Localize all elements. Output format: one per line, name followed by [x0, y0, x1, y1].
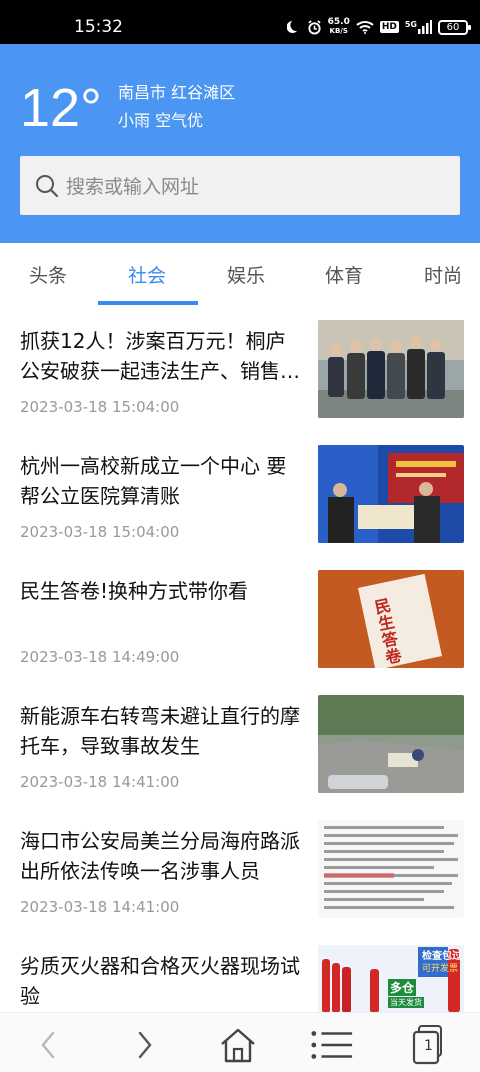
- book-cover-icon[interactable]: 民生答卷: [318, 570, 464, 668]
- active-tab-indicator: [98, 301, 198, 305]
- search-input[interactable]: 搜索或输入网址: [20, 156, 460, 215]
- signal-5g: 5G: [405, 20, 432, 34]
- ad-text-2: 可开发票: [422, 964, 459, 974]
- menu-list-icon: [311, 1031, 353, 1059]
- back-button[interactable]: [26, 1023, 70, 1067]
- tab-fashion[interactable]: 时尚: [424, 263, 462, 289]
- net-speed-value: 65.0: [327, 17, 350, 27]
- weather-header: 12° 南昌市 红谷滩区 小雨 空气优 搜索或输入网址: [0, 44, 480, 243]
- news-date: 2023-03-18 15:04:00: [20, 398, 180, 416]
- category-tabs: 头条 社会 娱乐 体育 时尚: [0, 243, 480, 309]
- home-icon: [221, 1028, 255, 1063]
- extinguisher-ad-icon[interactable]: 检查包过 可开发票 多仓 当天发货: [318, 945, 464, 1013]
- news-item[interactable]: 新能源车右转弯未避让直行的摩托车，导致事故发生 2023-03-18 14:41…: [0, 695, 480, 820]
- tab-count: 1: [424, 1038, 433, 1054]
- ad-text-1: 检查包过: [422, 951, 462, 962]
- traffic-accident-icon[interactable]: [318, 695, 464, 793]
- wifi-icon: [356, 21, 374, 34]
- tab-society[interactable]: 社会: [128, 263, 166, 289]
- news-title[interactable]: 海口市公安局美兰分局海府路派出所依法传唤一名涉事人员: [20, 826, 305, 886]
- ad-text-4: 当天发货: [388, 997, 424, 1008]
- news-item[interactable]: 抓获12人！涉案百万元！桐庐公安破获一起违法生产、销售… 2023-03-18 …: [0, 320, 480, 445]
- signal-bars-icon: [418, 20, 432, 34]
- chevron-right-icon: [138, 1031, 152, 1059]
- news-item[interactable]: 杭州一高校新成立一个中心 要帮公立医院算清账 2023-03-18 15:04:…: [0, 445, 480, 570]
- search-icon: [36, 174, 59, 197]
- news-date: 2023-03-18 14:41:00: [20, 773, 180, 791]
- news-title[interactable]: 杭州一高校新成立一个中心 要帮公立医院算清账: [20, 451, 305, 511]
- hd-badge: HD: [379, 21, 399, 33]
- news-date: 2023-03-18 15:04:00: [20, 523, 180, 541]
- news-title[interactable]: 新能源车右转弯未避让直行的摩托车，导致事故发生: [20, 701, 305, 761]
- news-date: 2023-03-18 14:49:00: [20, 648, 180, 666]
- news-title[interactable]: 抓获12人！涉案百万元！桐庐公安破获一起违法生产、销售…: [20, 326, 305, 386]
- chevron-left-icon: [41, 1031, 55, 1059]
- forward-button[interactable]: [123, 1023, 167, 1067]
- ceremony-photo-icon[interactable]: [318, 445, 464, 543]
- alarm-icon: [307, 19, 321, 35]
- battery-icon: 60: [438, 19, 471, 35]
- net-speed: 65.0 KB/S: [328, 18, 350, 36]
- weather-condition[interactable]: 小雨 空气优: [118, 110, 203, 132]
- news-title[interactable]: 民生答卷!换种方式带你看: [20, 576, 305, 606]
- location-label[interactable]: 南昌市 红谷滩区: [118, 82, 235, 104]
- clock: 15:32: [74, 17, 123, 37]
- temperature[interactable]: 12°: [20, 78, 102, 138]
- tab-headlines[interactable]: 头条: [29, 263, 67, 289]
- news-item[interactable]: 海口市公安局美兰分局海府路派出所依法传唤一名涉事人员 2023-03-18 14…: [0, 820, 480, 945]
- status-bar: 15:32 65.0 KB/S HD 5G 60: [0, 0, 480, 44]
- search-placeholder: 搜索或输入网址: [66, 176, 200, 198]
- ad-text-3: 多仓: [388, 979, 417, 996]
- moon-icon: [286, 21, 297, 33]
- menu-button[interactable]: [310, 1023, 354, 1067]
- tab-entertainment[interactable]: 娱乐: [227, 263, 265, 289]
- status-icons: 65.0 KB/S HD 5G 60: [286, 14, 471, 40]
- browser-toolbar: 1: [0, 1012, 480, 1072]
- document-screenshot-icon[interactable]: [318, 820, 464, 918]
- home-button[interactable]: [216, 1023, 260, 1067]
- news-title[interactable]: 劣质灭火器和合格灭火器现场试验: [20, 951, 305, 1011]
- group-photo-icon[interactable]: [318, 320, 464, 418]
- net-speed-unit: KB/S: [329, 27, 348, 35]
- news-date: 2023-03-18 14:41:00: [20, 898, 180, 916]
- tab-sports[interactable]: 体育: [325, 263, 363, 289]
- tabs-button[interactable]: 1: [406, 1023, 450, 1067]
- news-item[interactable]: 民生答卷!换种方式带你看 2023-03-18 14:49:00 民生答卷: [0, 570, 480, 695]
